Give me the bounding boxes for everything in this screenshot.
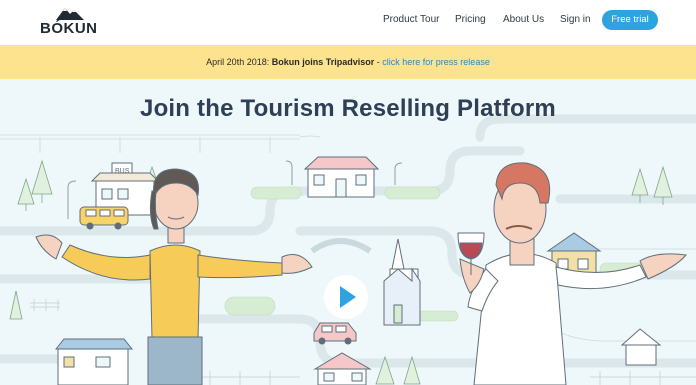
- announcement-banner: April 20th 2018: Bokun joins Tripadvisor…: [0, 45, 696, 79]
- logo-text: BÓKUN: [40, 20, 98, 37]
- banner-separator: -: [376, 57, 380, 67]
- top-navigation: BÓKUN Product Tour Pricing About Us Sign…: [0, 0, 696, 45]
- mountain-icon: [56, 8, 84, 20]
- bokun-logo[interactable]: BÓKUN: [40, 6, 102, 38]
- pink-car: [313, 322, 357, 345]
- hero-illustration: BUS: [0, 114, 696, 385]
- pink-house: [303, 156, 380, 198]
- banner-headline: Bokun joins Tripadvisor: [271, 57, 375, 67]
- nav-pricing[interactable]: Pricing: [455, 14, 486, 25]
- banner-date: April 20th 2018:: [206, 57, 270, 67]
- nav-about-us[interactable]: About Us: [503, 14, 544, 25]
- hero-title: Join the Tourism Reselling Platform: [140, 95, 556, 122]
- church: [383, 238, 421, 326]
- play-video-button[interactable]: [324, 275, 368, 319]
- yellow-bus: [79, 206, 129, 230]
- nav-product-tour[interactable]: Product Tour: [383, 14, 440, 25]
- nav-sign-in[interactable]: Sign in: [560, 14, 591, 25]
- free-trial-button[interactable]: Free trial: [602, 10, 658, 30]
- hero-section: BUS Join the Tourism Reselling Platform: [0, 79, 696, 385]
- press-release-link[interactable]: click here for press release: [382, 57, 490, 67]
